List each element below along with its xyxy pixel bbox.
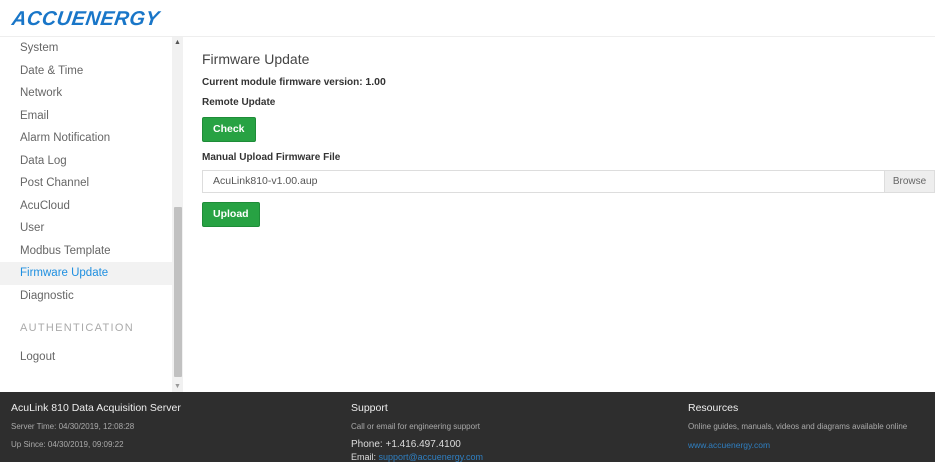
support-email: Email: support@accuenergy.com	[351, 452, 483, 462]
page-title: Firmware Update	[202, 51, 310, 67]
sidebar-item-user[interactable]: User	[0, 217, 172, 240]
sidebar-scrollbar[interactable]: ▲ ▼	[172, 37, 183, 392]
current-firmware-version: Current module firmware version: 1.00	[202, 76, 386, 88]
sidebar-nav: System Date & Time Network Email Alarm N…	[0, 37, 172, 369]
sidebar-item-firmware-update[interactable]: Firmware Update	[0, 262, 172, 285]
scrollbar-thumb[interactable]	[174, 207, 182, 377]
sidebar-item-network[interactable]: Network	[0, 82, 172, 105]
scroll-down-arrow-icon[interactable]: ▼	[172, 381, 183, 392]
sidebar-item-acucloud[interactable]: AcuCloud	[0, 195, 172, 218]
sidebar-item-system[interactable]: System	[0, 37, 172, 60]
support-phone: Phone: +1.416.497.4100	[351, 439, 461, 450]
check-button[interactable]: Check	[202, 117, 256, 142]
sidebar-item-diagnostic[interactable]: Diagnostic	[0, 285, 172, 308]
sidebar-item-email[interactable]: Email	[0, 105, 172, 128]
upload-button[interactable]: Upload	[202, 202, 260, 227]
support-subtitle: Call or email for engineering support	[351, 422, 480, 431]
support-email-link[interactable]: support@accuenergy.com	[379, 452, 484, 462]
current-version-label: Current module firmware version:	[202, 77, 363, 88]
up-since: Up Since: 04/30/2019, 09:09:22	[11, 440, 124, 449]
resources-subtitle: Online guides, manuals, videos and diagr…	[688, 422, 908, 431]
firmware-file-input[interactable]: AcuLink810-v1.00.aup Browse	[202, 170, 935, 193]
sidebar-item-alarm-notification[interactable]: Alarm Notification	[0, 127, 172, 150]
selected-file-name: AcuLink810-v1.00.aup	[213, 175, 318, 187]
sidebar-item-modbus-template[interactable]: Modbus Template	[0, 240, 172, 263]
manual-upload-label: Manual Upload Firmware File	[202, 152, 341, 163]
scroll-up-arrow-icon[interactable]: ▲	[172, 37, 183, 48]
accuenergy-logo[interactable]: ACCUENERGY	[10, 8, 161, 31]
footer-resources-title: Resources	[688, 402, 739, 414]
sidebar-item-data-log[interactable]: Data Log	[0, 150, 172, 173]
sidebar-item-logout[interactable]: Logout	[0, 346, 172, 369]
server-time: Server Time: 04/30/2019, 12:08:28	[11, 422, 135, 431]
sidebar-item-date-time[interactable]: Date & Time	[0, 60, 172, 83]
sidebar-item-post-channel[interactable]: Post Channel	[0, 172, 172, 195]
resources-website-link[interactable]: www.accuenergy.com	[688, 440, 770, 450]
sidebar: System Date & Time Network Email Alarm N…	[0, 37, 185, 392]
footer-server-title: AcuLink 810 Data Acquisition Server	[11, 402, 181, 414]
remote-update-label: Remote Update	[202, 97, 276, 108]
current-version-value: 1.00	[365, 76, 386, 88]
footer-support-title: Support	[351, 402, 388, 414]
sidebar-section-authentication: AUTHENTICATION	[20, 322, 134, 334]
browse-button[interactable]: Browse	[884, 171, 934, 192]
main-content: Firmware Update Current module firmware …	[185, 37, 935, 392]
top-bar: ACCUENERGY	[0, 0, 935, 37]
footer: AcuLink 810 Data Acquisition Server Serv…	[0, 392, 935, 462]
support-email-label: Email:	[351, 452, 377, 462]
